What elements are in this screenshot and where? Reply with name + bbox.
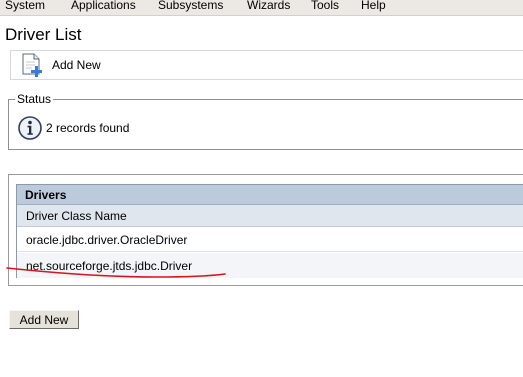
table-row[interactable]: oracle.jdbc.driver.OracleDriver [17,227,523,252]
drivers-table: Drivers Driver Class Name oracle.jdbc.dr… [16,184,523,278]
status-panel: Status 2 records found [8,92,523,150]
add-document-icon [22,53,42,77]
menu-tools[interactable]: Tools [311,0,339,13]
driver-class-name-cell[interactable]: oracle.jdbc.driver.OracleDriver [26,233,187,247]
menu-system[interactable]: System [5,0,45,13]
menu-applications[interactable]: Applications [71,0,136,13]
info-icon [18,116,42,140]
drivers-title-text: Drivers [25,188,67,202]
column-header-driver-class-name[interactable]: Driver Class Name [17,205,523,227]
status-message: 2 records found [46,121,130,135]
menu-help[interactable]: Help [361,0,386,13]
toolbar: Add New [10,50,523,80]
menu-subsystems[interactable]: Subsystems [158,0,223,13]
page-title: Driver List [5,25,82,44]
add-new-button[interactable]: Add New [9,310,79,329]
table-row[interactable]: net.sourceforge.jtds.jdbc.Driver [17,253,523,278]
add-new-toolbar-label: Add New [52,58,101,72]
drivers-table-title: Drivers [17,185,523,205]
status-legend: Status [15,92,54,106]
menu-wizards[interactable]: Wizards [247,0,290,13]
menu-bar: System Applications Subsystems Wizards T… [0,0,523,16]
driver-class-name-cell[interactable]: net.sourceforge.jtds.jdbc.Driver [26,259,192,273]
drivers-panel: Drivers Driver Class Name oracle.jdbc.dr… [8,174,523,286]
column-header-label: Driver Class Name [26,209,127,223]
